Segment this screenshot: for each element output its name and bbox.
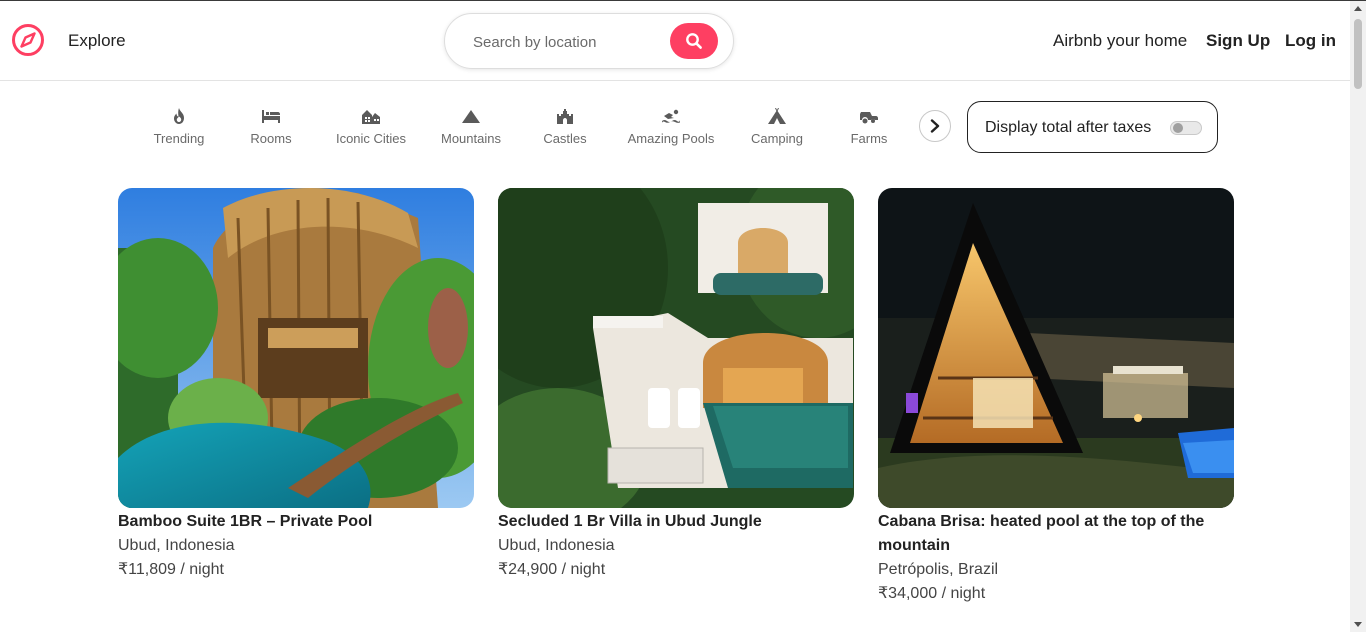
filter-farms[interactable]: Farms [819, 107, 919, 151]
filter-mountains[interactable]: Mountains [421, 107, 521, 151]
filter-label: Trending [153, 131, 205, 146]
listing-location: Petrópolis, Brazil [878, 561, 999, 578]
mountain-icon [462, 110, 480, 123]
display-total-toggle-box[interactable]: Display total after taxes [967, 101, 1218, 153]
filter-castles[interactable]: Castles [515, 107, 615, 151]
search-input[interactable] [473, 31, 663, 53]
listing-photo[interactable] [498, 188, 854, 508]
tent-icon [768, 108, 786, 124]
filter-amazing-pools[interactable]: Amazing Pools [621, 107, 721, 151]
listing-card[interactable]: Secluded 1 Br Villa in Ubud Jungle Ubud,… [498, 188, 854, 582]
filter-label: Iconic Cities [335, 131, 407, 146]
category-filter-bar: Trending Rooms Iconic Cities Mountains C… [0, 101, 1350, 153]
display-total-label: Display total after taxes [985, 119, 1152, 136]
filter-camping[interactable]: Camping [727, 107, 827, 151]
listing-photo[interactable] [118, 188, 474, 508]
listing-card[interactable]: Cabana Brisa: heated pool at the top of … [878, 188, 1234, 606]
listing-title[interactable]: Secluded 1 Br Villa in Ubud Jungle [498, 510, 854, 534]
listing-photo[interactable] [878, 188, 1234, 508]
listing-location: Ubud, Indonesia [498, 537, 615, 554]
airbnb-your-home-link[interactable]: Airbnb your home [1053, 31, 1187, 51]
bed-icon [262, 110, 280, 123]
listing-price: ₹24,900 / night [498, 561, 606, 578]
filter-label: Amazing Pools [627, 131, 715, 146]
search-icon [686, 33, 702, 49]
filter-rooms[interactable]: Rooms [221, 107, 321, 151]
toggle-knob [1173, 123, 1183, 133]
compass-logo-icon[interactable] [11, 23, 45, 57]
sign-up-link[interactable]: Sign Up [1206, 31, 1270, 51]
flame-icon [174, 108, 184, 124]
swimmer-icon [662, 109, 680, 123]
filter-label: Mountains [441, 131, 501, 146]
scroll-down-arrow-icon[interactable] [1354, 622, 1362, 627]
filter-label: Castles [543, 131, 587, 146]
listing-title[interactable]: Cabana Brisa: heated pool at the top of … [878, 510, 1234, 558]
listing-price: ₹34,000 / night [878, 585, 986, 602]
listing-card[interactable]: Bamboo Suite 1BR – Private Pool Ubud, In… [118, 188, 474, 582]
search-button[interactable] [670, 23, 718, 59]
filter-label: Rooms [250, 131, 292, 146]
top-navbar: Explore Airbnb your home Sign Up Log in [0, 1, 1350, 81]
listing-price: ₹11,809 / night [118, 561, 224, 578]
filter-next-button[interactable] [919, 110, 951, 142]
page-scrollbar[interactable] [1350, 1, 1366, 632]
tax-toggle-switch[interactable] [1170, 121, 1202, 135]
castle-icon [557, 109, 573, 124]
explore-link[interactable]: Explore [68, 31, 126, 51]
search-bar [444, 13, 734, 69]
tractor-icon [860, 112, 878, 124]
filter-iconic-cities[interactable]: Iconic Cities [321, 107, 421, 151]
scroll-up-arrow-icon[interactable] [1354, 6, 1362, 11]
listing-title[interactable]: Bamboo Suite 1BR – Private Pool [118, 510, 474, 534]
filter-label: Camping [750, 131, 804, 146]
city-icon [362, 110, 380, 124]
filter-trending[interactable]: Trending [129, 107, 229, 151]
log-in-link[interactable]: Log in [1285, 31, 1336, 51]
chevron-right-icon [930, 119, 940, 133]
scroll-thumb[interactable] [1354, 19, 1362, 89]
filter-label: Farms [850, 131, 888, 146]
listing-location: Ubud, Indonesia [118, 537, 235, 554]
